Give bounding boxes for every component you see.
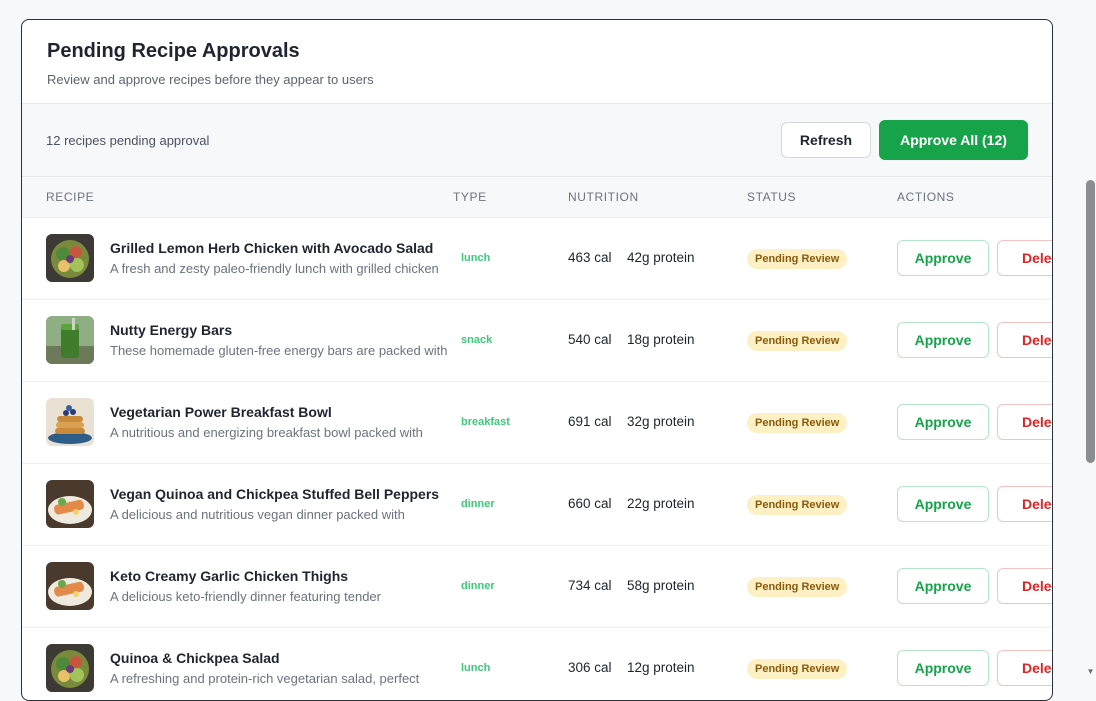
protein-value: 58g protein	[627, 578, 695, 593]
approve-button[interactable]: Approve	[897, 486, 989, 522]
recipe-description: A nutritious and energizing breakfast bo…	[110, 425, 423, 440]
table-row: Keto Creamy Garlic Chicken Thighs A deli…	[22, 546, 1052, 628]
calories-value: 463 cal	[568, 250, 612, 265]
approve-button[interactable]: Approve	[897, 240, 989, 276]
calories-value: 540 cal	[568, 332, 612, 347]
recipe-name[interactable]: Grilled Lemon Herb Chicken with Avocado …	[110, 240, 455, 256]
delete-button[interactable]: Delete	[997, 322, 1052, 358]
plated-dinner-thumbnail	[46, 562, 94, 610]
recipe-description: A fresh and zesty paleo-friendly lunch w…	[110, 261, 439, 276]
recipe-name[interactable]: Vegetarian Power Breakfast Bowl	[110, 404, 455, 420]
recipe-type: dinner	[461, 498, 495, 510]
salad-bowl-thumbnail	[46, 234, 94, 282]
recipe-info: Grilled Lemon Herb Chicken with Avocado …	[110, 240, 455, 276]
protein-value: 42g protein	[627, 250, 695, 265]
column-header-type: TYPE	[453, 190, 487, 204]
approve-button[interactable]: Approve	[897, 650, 989, 686]
toolbar-actions: Refresh Approve All (12)	[781, 120, 1028, 160]
pending-approvals-card: Pending Recipe Approvals Review and appr…	[21, 19, 1053, 701]
table-row: Quinoa & Chickpea Salad A refreshing and…	[22, 628, 1052, 700]
recipe-description: These homemade gluten-free energy bars a…	[110, 343, 448, 358]
status-badge: Pending Review	[747, 495, 848, 515]
green-smoothie-thumbnail	[46, 316, 94, 364]
recipe-info: Quinoa & Chickpea Salad A refreshing and…	[110, 650, 455, 686]
plated-dinner-thumbnail	[46, 480, 94, 528]
recipe-type: lunch	[461, 252, 491, 264]
protein-value: 18g protein	[627, 332, 695, 347]
table-row: Nutty Energy Bars These homemade gluten-…	[22, 300, 1052, 382]
vertical-scrollbar[interactable]	[1086, 180, 1095, 463]
status-badge: Pending Review	[747, 659, 848, 679]
page-subtitle: Review and approve recipes before they a…	[47, 72, 374, 87]
refresh-button[interactable]: Refresh	[781, 122, 871, 158]
recipe-name[interactable]: Vegan Quinoa and Chickpea Stuffed Bell P…	[110, 486, 455, 502]
approve-button[interactable]: Approve	[897, 322, 989, 358]
recipe-type: breakfast	[461, 416, 510, 428]
delete-button[interactable]: Delete	[997, 404, 1052, 440]
recipe-table-body: Grilled Lemon Herb Chicken with Avocado …	[22, 218, 1052, 700]
protein-value: 12g protein	[627, 660, 695, 675]
approve-all-button[interactable]: Approve All (12)	[879, 120, 1028, 160]
recipe-name[interactable]: Quinoa & Chickpea Salad	[110, 650, 455, 666]
table-row: Grilled Lemon Herb Chicken with Avocado …	[22, 218, 1052, 300]
delete-button[interactable]: Delete	[997, 240, 1052, 276]
delete-button[interactable]: Delete	[997, 486, 1052, 522]
recipe-info: Nutty Energy Bars These homemade gluten-…	[110, 322, 455, 358]
recipe-type: dinner	[461, 580, 495, 592]
column-header-nutrition: NUTRITION	[568, 190, 639, 204]
approve-button[interactable]: Approve	[897, 568, 989, 604]
pending-count-text: 12 recipes pending approval	[46, 132, 210, 148]
status-badge: Pending Review	[747, 577, 848, 597]
delete-button[interactable]: Delete	[997, 568, 1052, 604]
recipe-name[interactable]: Keto Creamy Garlic Chicken Thighs	[110, 568, 455, 584]
protein-value: 22g protein	[627, 496, 695, 511]
recipe-description: A refreshing and protein-rich vegetarian…	[110, 671, 420, 686]
toolbar: 12 recipes pending approval Refresh Appr…	[22, 104, 1052, 177]
protein-value: 32g protein	[627, 414, 695, 429]
table-header: RECIPE TYPE NUTRITION STATUS ACTIONS	[22, 177, 1052, 218]
recipe-type: snack	[461, 334, 493, 346]
recipe-description: A delicious keto-friendly dinner featuri…	[110, 589, 381, 604]
recipe-info: Keto Creamy Garlic Chicken Thighs A deli…	[110, 568, 455, 604]
delete-button[interactable]: Delete	[997, 650, 1052, 686]
card-header: Pending Recipe Approvals Review and appr…	[22, 20, 1052, 104]
status-badge: Pending Review	[747, 249, 848, 269]
salad-bowl-thumbnail	[46, 644, 94, 692]
table-row: Vegetarian Power Breakfast Bowl A nutrit…	[22, 382, 1052, 464]
approve-button[interactable]: Approve	[897, 404, 989, 440]
recipe-description: A delicious and nutritious vegan dinner …	[110, 507, 405, 522]
column-header-recipe: RECIPE	[46, 190, 95, 204]
recipe-name[interactable]: Nutty Energy Bars	[110, 322, 455, 338]
pancake-stack-thumbnail	[46, 398, 94, 446]
scroll-down-arrow-icon[interactable]: ▼	[1086, 668, 1095, 676]
page-title: Pending Recipe Approvals	[47, 40, 300, 62]
column-header-actions: ACTIONS	[897, 190, 955, 204]
column-header-status: STATUS	[747, 190, 797, 204]
recipe-type: lunch	[461, 662, 491, 674]
calories-value: 660 cal	[568, 496, 612, 511]
calories-value: 306 cal	[568, 660, 612, 675]
table-row: Vegan Quinoa and Chickpea Stuffed Bell P…	[22, 464, 1052, 546]
recipe-info: Vegetarian Power Breakfast Bowl A nutrit…	[110, 404, 455, 440]
calories-value: 691 cal	[568, 414, 612, 429]
status-badge: Pending Review	[747, 413, 848, 433]
status-badge: Pending Review	[747, 331, 848, 351]
calories-value: 734 cal	[568, 578, 612, 593]
recipe-info: Vegan Quinoa and Chickpea Stuffed Bell P…	[110, 486, 455, 522]
